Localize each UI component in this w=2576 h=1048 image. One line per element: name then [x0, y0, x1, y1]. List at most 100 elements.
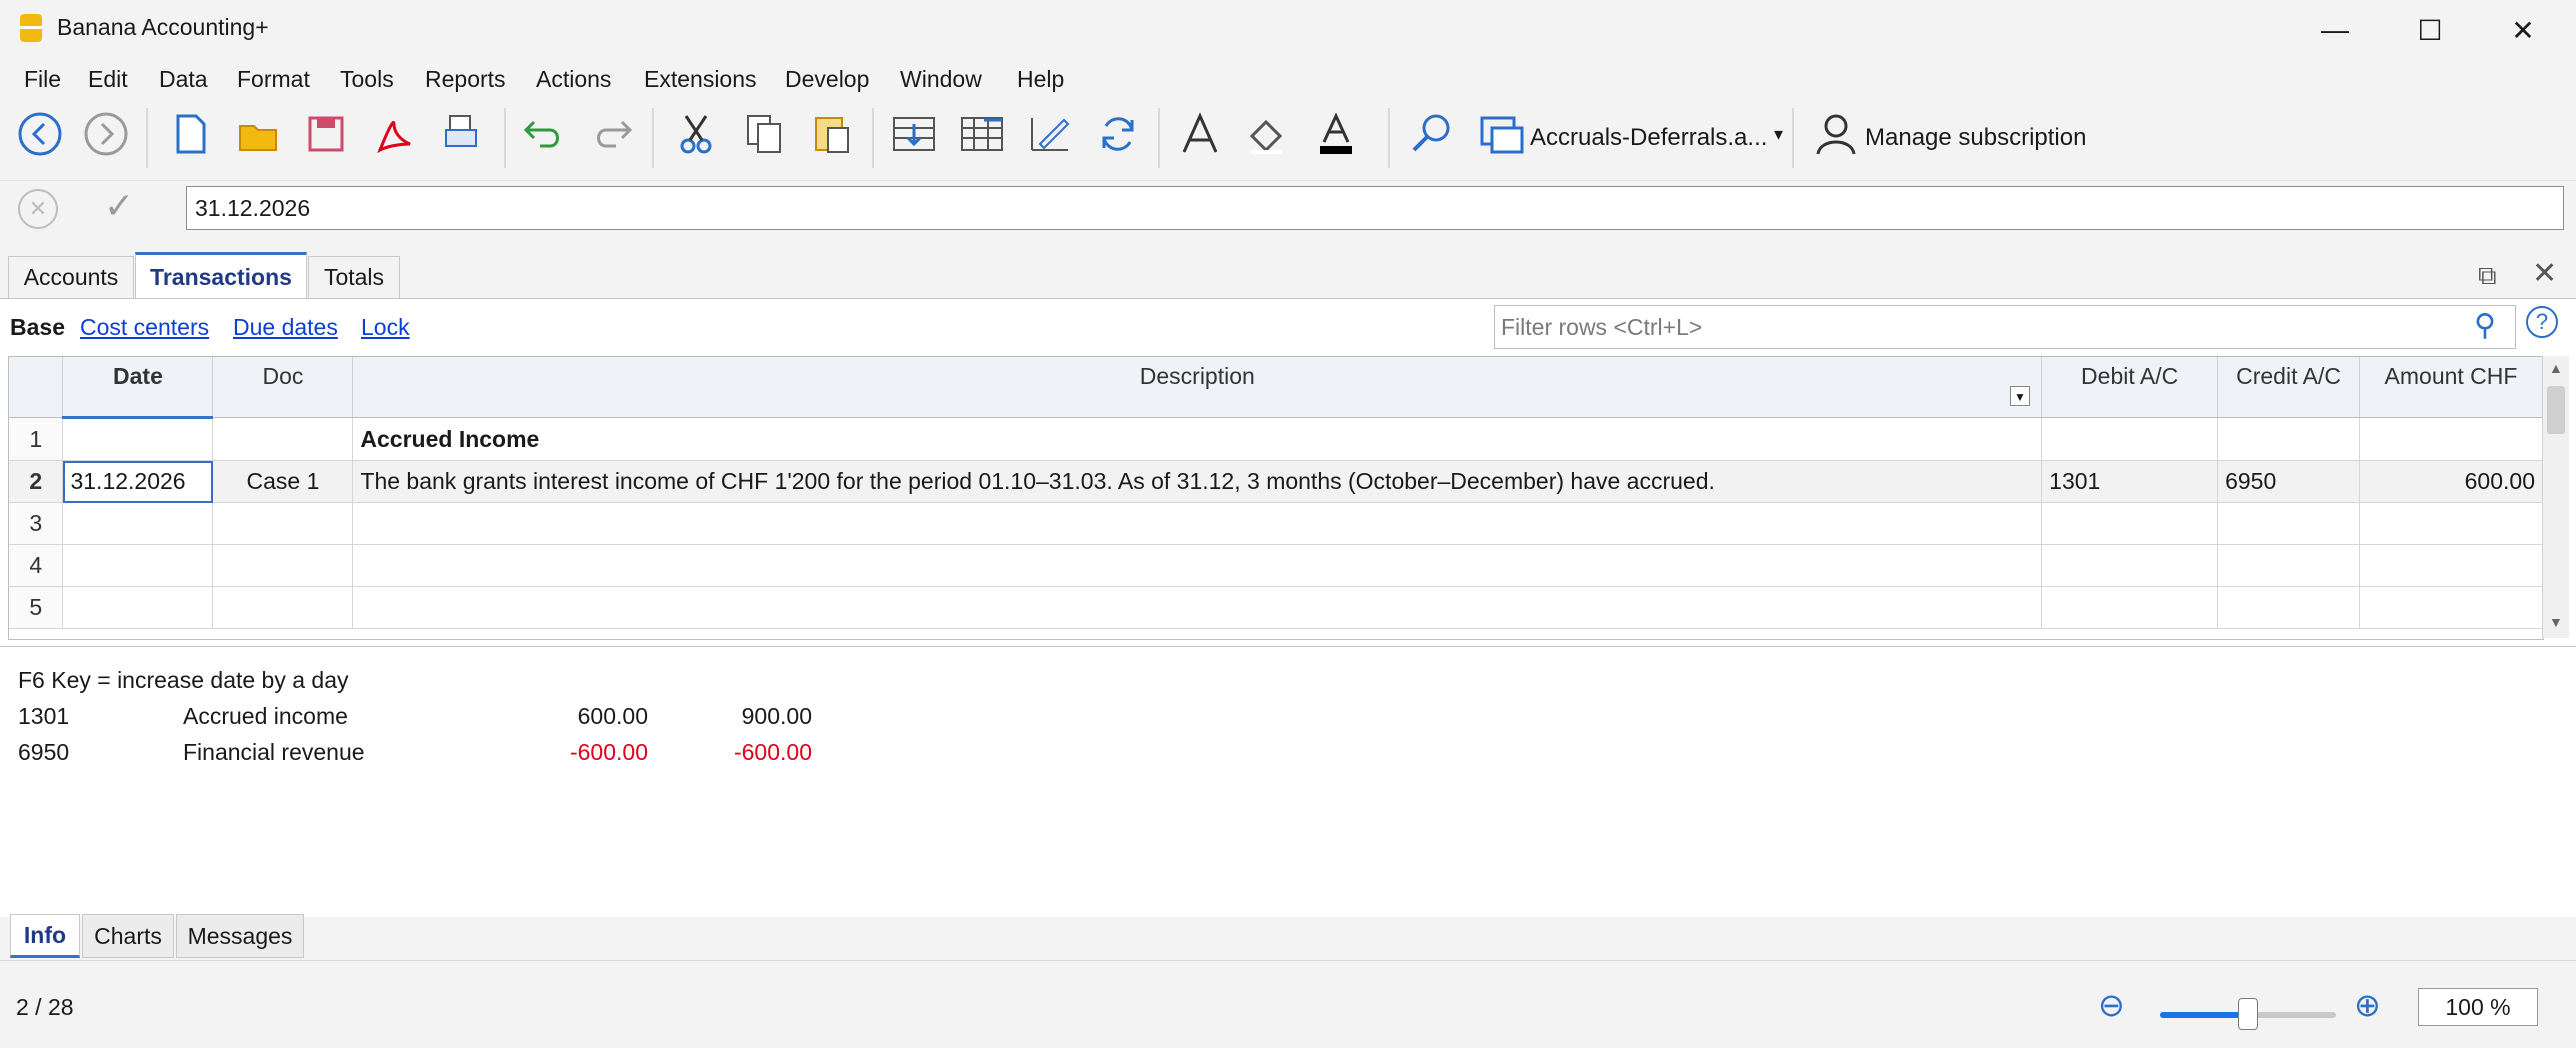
zoom-level[interactable]: 100 %: [2418, 988, 2538, 1026]
filter-input[interactable]: Filter rows <Ctrl+L>: [1494, 305, 2516, 349]
menu-file[interactable]: File: [24, 66, 61, 93]
view-cost-centers[interactable]: Cost centers: [80, 314, 209, 341]
tab-accounts[interactable]: Accounts: [8, 256, 134, 298]
column-header-credit[interactable]: Credit A/C: [2217, 357, 2361, 418]
search-icon[interactable]: [1404, 106, 1460, 162]
table-row[interactable]: 1 Accrued Income: [9, 417, 2543, 461]
menu-actions[interactable]: Actions: [536, 66, 611, 93]
back-icon[interactable]: [12, 106, 68, 162]
open-folder-icon[interactable]: [230, 106, 286, 162]
cell-doc[interactable]: [212, 502, 354, 545]
cell-description[interactable]: [352, 544, 2043, 587]
new-file-icon[interactable]: [162, 106, 218, 162]
cell-date[interactable]: [62, 417, 214, 461]
redo-icon[interactable]: [584, 106, 640, 162]
chevron-down-icon[interactable]: ▾: [1774, 124, 1783, 145]
menu-develop[interactable]: Develop: [785, 66, 869, 93]
scrollbar-thumb[interactable]: [2547, 386, 2565, 434]
user-icon[interactable]: [1808, 106, 1864, 162]
cut-icon[interactable]: [668, 106, 724, 162]
text-color-icon[interactable]: [1308, 106, 1364, 162]
tab-info[interactable]: Info: [10, 914, 80, 958]
undo-icon[interactable]: [516, 106, 572, 162]
menu-edit[interactable]: Edit: [88, 66, 128, 93]
menu-window[interactable]: Window: [900, 66, 982, 93]
cell-debit[interactable]: [2041, 544, 2219, 587]
column-header-debit[interactable]: Debit A/C: [2041, 357, 2219, 418]
insert-rows-icon[interactable]: [886, 106, 942, 162]
edit-pencil-icon[interactable]: [1022, 106, 1078, 162]
tab-charts[interactable]: Charts: [82, 914, 174, 958]
fill-color-icon[interactable]: [1240, 106, 1296, 162]
column-dropdown-icon[interactable]: ▼: [2010, 386, 2030, 406]
cell-date[interactable]: 31.12.2026: [62, 460, 214, 503]
minimize-icon[interactable]: —: [2290, 6, 2380, 54]
table-row[interactable]: 4: [9, 544, 2543, 587]
table-row[interactable]: 3: [9, 502, 2543, 545]
column-header-description[interactable]: Description: [352, 357, 2043, 418]
vertical-scrollbar[interactable]: ▲ ▼: [2542, 356, 2569, 638]
cell-credit[interactable]: [2217, 586, 2361, 629]
menu-reports[interactable]: Reports: [425, 66, 506, 93]
zoom-out-icon[interactable]: ⊖: [2098, 986, 2125, 1024]
tab-transactions[interactable]: Transactions: [135, 252, 307, 300]
scroll-up-icon[interactable]: ▲: [2549, 360, 2563, 376]
cell-credit[interactable]: [2217, 502, 2361, 545]
copy-icon[interactable]: [736, 106, 792, 162]
refresh-icon[interactable]: [1090, 106, 1146, 162]
cell-amount[interactable]: [2359, 417, 2543, 461]
cell-date[interactable]: [62, 586, 214, 629]
cell-description[interactable]: The bank grants interest income of CHF 1…: [352, 460, 2043, 503]
paste-icon[interactable]: [804, 106, 860, 162]
filter-search-icon[interactable]: ⚲: [2474, 308, 2496, 343]
cell-description[interactable]: [352, 502, 2043, 545]
column-header-date[interactable]: Date: [62, 357, 214, 419]
confirm-icon[interactable]: ✓: [104, 185, 134, 227]
cell-amount[interactable]: [2359, 544, 2543, 587]
cell-editor-input[interactable]: 31.12.2026: [186, 186, 2564, 230]
cell-debit[interactable]: [2041, 417, 2219, 461]
cell-date[interactable]: [62, 502, 214, 545]
tab-totals[interactable]: Totals: [308, 256, 400, 298]
file-select[interactable]: Accruals-Deferrals.a...: [1530, 124, 1767, 152]
cell-doc[interactable]: [212, 417, 354, 461]
view-due-dates[interactable]: Due dates: [233, 314, 338, 341]
zoom-in-icon[interactable]: ⊕: [2354, 986, 2381, 1024]
menu-data[interactable]: Data: [159, 66, 208, 93]
cell-credit[interactable]: 6950: [2217, 460, 2361, 503]
restore-panel-icon[interactable]: ⧉: [2478, 260, 2497, 292]
cell-doc[interactable]: [212, 586, 354, 629]
view-base[interactable]: Base: [10, 314, 65, 341]
menu-tools[interactable]: Tools: [340, 66, 394, 93]
cell-doc[interactable]: [212, 544, 354, 587]
close-window-icon[interactable]: ✕: [2478, 6, 2568, 54]
menu-format[interactable]: Format: [237, 66, 310, 93]
pdf-icon[interactable]: [366, 106, 422, 162]
zoom-slider-thumb[interactable]: [2238, 998, 2258, 1030]
delete-rows-icon[interactable]: [954, 106, 1010, 162]
cell-date[interactable]: [62, 544, 214, 587]
menu-extensions[interactable]: Extensions: [644, 66, 757, 93]
view-lock[interactable]: Lock: [361, 314, 410, 341]
cell-credit[interactable]: [2217, 417, 2361, 461]
forward-icon[interactable]: [78, 106, 134, 162]
print-icon[interactable]: [434, 106, 490, 162]
manage-subscription-button[interactable]: Manage subscription: [1865, 124, 2086, 152]
maximize-icon[interactable]: ☐: [2385, 6, 2475, 54]
cell-doc[interactable]: Case 1: [212, 460, 354, 503]
file-window-icon[interactable]: [1474, 106, 1530, 162]
cell-debit[interactable]: 1301: [2041, 460, 2219, 503]
cell-credit[interactable]: [2217, 544, 2361, 587]
cell-amount[interactable]: [2359, 502, 2543, 545]
column-header-amount[interactable]: Amount CHF: [2359, 357, 2543, 418]
help-icon[interactable]: ?: [2526, 306, 2558, 338]
menu-help[interactable]: Help: [1017, 66, 1064, 93]
column-header-doc[interactable]: Doc: [212, 357, 354, 418]
close-panel-icon[interactable]: ✕: [2532, 256, 2557, 291]
cell-description[interactable]: Accrued Income: [352, 417, 2043, 461]
cell-debit[interactable]: [2041, 586, 2219, 629]
font-icon[interactable]: [1172, 106, 1228, 162]
save-icon[interactable]: [298, 106, 354, 162]
cell-amount[interactable]: 600.00: [2359, 460, 2543, 503]
table-row[interactable]: 5: [9, 586, 2543, 629]
